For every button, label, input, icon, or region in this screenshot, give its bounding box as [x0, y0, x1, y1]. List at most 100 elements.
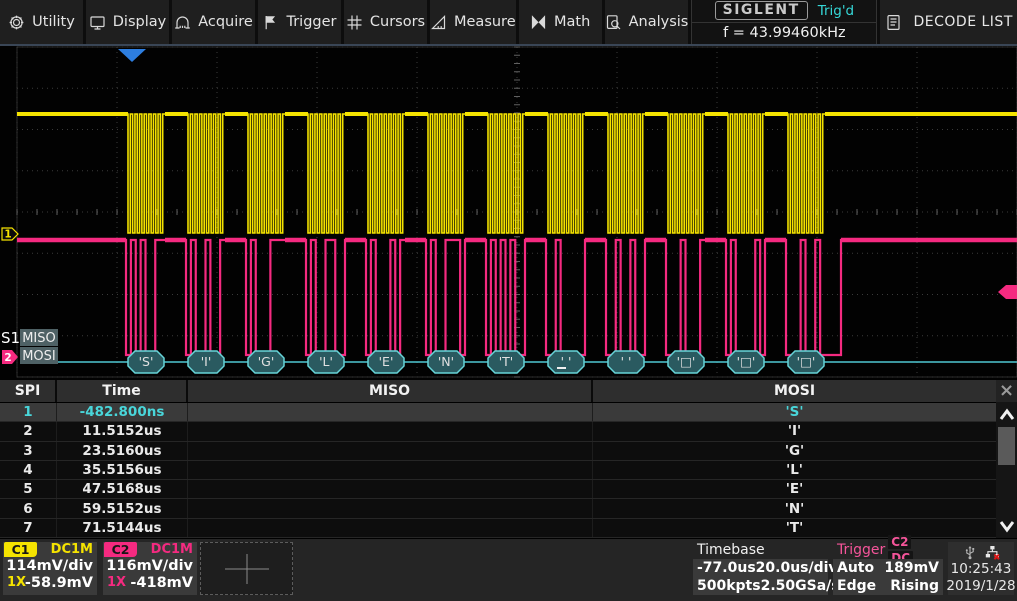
cursors-icon — [346, 14, 363, 31]
siglent-logo: SIGLENT — [715, 1, 808, 20]
menu-item-label: Display — [113, 14, 166, 30]
trigger-level: 189mV — [884, 560, 939, 576]
menu-item-utility[interactable]: Utility — [0, 0, 83, 44]
decode-badge: 'S' — [128, 351, 164, 373]
table-close-button[interactable]: × — [996, 380, 1017, 402]
logo-row: SIGLENT Trig'd — [692, 0, 876, 23]
channel-scale: 114mV/div — [6, 558, 93, 574]
trigger-type: Edge — [837, 578, 876, 594]
column-header-mosi: MOSI — [593, 380, 996, 402]
cell-time: 71.5144us — [57, 519, 188, 537]
menu-item-label: Utility — [32, 14, 75, 30]
menu-item-trigger[interactable]: Trigger — [258, 0, 341, 44]
cell-spi-index: 3 — [0, 442, 57, 460]
column-header-time: Time — [57, 380, 188, 402]
timebase-scale: 20.0us/div — [756, 560, 838, 576]
trigger-status-badge: Trig'd — [818, 3, 854, 19]
trigger-level-marker[interactable] — [998, 285, 1017, 299]
scroll-up-button[interactable] — [996, 404, 1017, 424]
menu-item-label: Cursors — [370, 14, 425, 30]
svg-text:' ': ' ' — [621, 354, 632, 369]
menu-item-measure[interactable]: Measure — [430, 0, 516, 44]
trigger-mode: Auto — [837, 560, 874, 576]
waveform-display[interactable]: 'S''I''G''L''E''N''T'' '' ''□''□''□'S1MI… — [0, 46, 1017, 380]
channel-coupling: DC1M — [151, 542, 193, 557]
decode-badge: 'T' — [488, 351, 524, 373]
lan-disconnected-icon — [985, 545, 1000, 560]
cell-spi-index: 7 — [0, 519, 57, 537]
cell-miso — [188, 422, 593, 440]
channel-tab: C1 — [4, 542, 37, 557]
channel1-position-marker[interactable]: 1 — [2, 228, 18, 241]
table-row[interactable]: 211.5152us'I' — [0, 422, 996, 441]
trigger-box[interactable]: Trigger C2 DC Auto 189mV Edge Rising — [833, 542, 943, 595]
chevron-up-icon — [998, 407, 1016, 422]
table-row[interactable]: 1-482.800ns'S' — [0, 403, 996, 422]
acquire-icon — [174, 14, 191, 31]
clock-time: 10:25:43 — [951, 561, 1012, 578]
svg-text:' ': ' ' — [561, 354, 572, 369]
timebase-delay: -77.0us — [697, 560, 756, 576]
channel-box-c2[interactable]: C2DC1M116mV/div1X-418mV — [103, 542, 197, 595]
channel-coupling: DC1M — [51, 542, 93, 557]
cell-spi-index: 5 — [0, 480, 57, 498]
svg-text:'N': 'N' — [438, 354, 454, 369]
table-row[interactable]: 547.5168us'E' — [0, 480, 996, 499]
channel1-trace[interactable] — [17, 114, 1017, 233]
menu-item-analysis[interactable]: Analysis — [605, 0, 689, 44]
cell-miso — [188, 403, 593, 421]
graticule — [17, 47, 1017, 377]
math-icon — [530, 14, 547, 31]
channel2-position-marker[interactable]: 2 — [2, 350, 18, 364]
timebase-box[interactable]: Timebase -77.0us 20.0us/div 500kpts 2.50… — [693, 542, 828, 595]
decode-list-label: DECODE LIST — [914, 14, 1013, 30]
decode-badge: '□' — [728, 351, 764, 373]
chevron-down-icon — [998, 519, 1016, 534]
decode-badge: 'I' — [188, 351, 224, 373]
cell-miso — [188, 499, 593, 517]
menu-item-label: Acquire — [198, 14, 253, 30]
cell-time: 35.5156us — [57, 461, 188, 479]
svg-text:S1: S1 — [1, 329, 20, 347]
svg-text:'E': 'E' — [379, 354, 394, 369]
analysis-icon — [605, 14, 622, 31]
trigger-position-marker[interactable] — [118, 49, 146, 62]
datetime-box[interactable]: 10:25:43 2019/1/28 — [948, 542, 1014, 595]
decode-badge: '□' — [788, 351, 824, 373]
decode-badge: 'L' — [308, 351, 344, 373]
decode-badge: 'E' — [368, 351, 404, 373]
svg-text:2: 2 — [4, 352, 11, 364]
trigger-title: Trigger — [837, 542, 885, 558]
decode-badge: ' ' — [608, 351, 644, 373]
decode-badge: '□' — [668, 351, 704, 373]
menu-item-display[interactable]: Display — [86, 0, 169, 44]
table-row[interactable]: 771.5144us'T' — [0, 519, 996, 538]
menu-item-cursors[interactable]: Cursors — [344, 0, 427, 44]
channel-box-c1[interactable]: C1DC1M114mV/div1X-58.9mV — [3, 542, 97, 595]
timebase-title: Timebase — [697, 542, 765, 558]
decode-list-button[interactable]: DECODE LIST — [880, 0, 1017, 44]
display-icon — [89, 14, 106, 31]
table-row[interactable]: 435.5156us'L' — [0, 461, 996, 480]
measure-icon — [430, 14, 447, 31]
oscilloscope-screen: Utility Display Acquire Trigger Cursors Measu… — [0, 0, 1017, 601]
status-bar: C1DC1M114mV/div1X-58.9mVC2DC1M116mV/div1… — [0, 538, 1017, 601]
scrollbar-thumb[interactable] — [998, 427, 1015, 465]
table-row[interactable]: 323.5160us'G' — [0, 442, 996, 461]
timebase-memory: 500kpts — [697, 578, 761, 594]
menu-item-math[interactable]: Math — [519, 0, 602, 44]
waveform-area[interactable]: 'S''I''G''L''E''N''T'' '' ''□''□''□'S1MI… — [0, 46, 1017, 380]
svg-text:1: 1 — [4, 229, 11, 241]
clock-date: 2019/1/28 — [946, 578, 1015, 595]
add-channel-placeholder[interactable] — [200, 542, 293, 595]
scroll-down-button[interactable] — [996, 516, 1017, 536]
menu-item-acquire[interactable]: Acquire — [172, 0, 255, 44]
cell-mosi: 'N' — [593, 499, 996, 517]
menu-item-label: Analysis — [629, 14, 689, 30]
menu-bar: Utility Display Acquire Trigger Cursors Measu… — [0, 0, 1017, 46]
decode-badge: 'G' — [248, 351, 284, 373]
cell-mosi: 'G' — [593, 442, 996, 460]
svg-text:'I': 'I' — [201, 354, 212, 369]
cell-spi-index: 1 — [0, 403, 57, 421]
table-row[interactable]: 659.5152us'N' — [0, 499, 996, 518]
